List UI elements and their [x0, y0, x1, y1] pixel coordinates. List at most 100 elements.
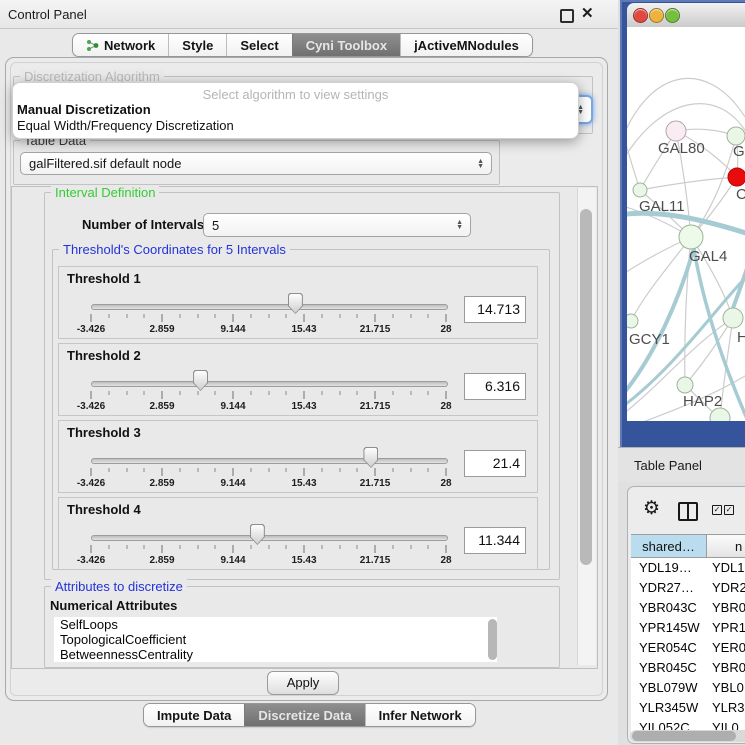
- network-node-gal11[interactable]: [633, 183, 647, 197]
- slider-thumb[interactable]: [193, 370, 208, 391]
- tick-label: 21.715: [360, 324, 391, 335]
- gear-icon[interactable]: ⚙: [643, 497, 660, 520]
- tab-discretize-data[interactable]: Discretize Data: [244, 704, 364, 726]
- table-row[interactable]: YDL19…YDL1: [631, 558, 745, 578]
- tick-mark: [179, 468, 180, 472]
- split-view-icon[interactable]: [678, 502, 698, 521]
- algorithm-option-equal-width-frequency-discretization[interactable]: Equal Width/Frequency Discretization: [16, 118, 575, 134]
- table-row[interactable]: YBR043CYBR0: [631, 598, 745, 618]
- slider-track[interactable]: [91, 458, 448, 464]
- network-window-titlebar[interactable]: [627, 3, 745, 28]
- network-node-h[interactable]: [723, 308, 743, 328]
- scrollbar-thumb[interactable]: [580, 209, 592, 565]
- table-row[interactable]: YBL079WYBL0: [631, 678, 745, 698]
- tab-jactivemnodules[interactable]: jActiveMNodules: [400, 34, 532, 56]
- slider-track[interactable]: [91, 304, 448, 310]
- tick-mark: [339, 391, 340, 395]
- cell-name: YBR0: [706, 658, 745, 678]
- threshold-value-field[interactable]: 14.713: [464, 296, 526, 323]
- checkbox-icon-2[interactable]: ✓: [724, 505, 734, 515]
- network-edge-highlighted[interactable]: [733, 255, 745, 308]
- tick-label: 15.43: [291, 324, 316, 335]
- table-row[interactable]: YBR045CYBR0: [631, 658, 745, 678]
- scrollbar-thumb[interactable]: [632, 731, 736, 741]
- threshold-value-field[interactable]: 21.4: [464, 450, 526, 477]
- cell-shared-name: YBR043C: [631, 598, 706, 618]
- slider-thumb[interactable]: [250, 524, 265, 545]
- list-scrollbar-thumb[interactable]: [488, 619, 497, 660]
- tab-impute-data[interactable]: Impute Data: [144, 704, 244, 726]
- table-row[interactable]: YPR145WYPR1: [631, 618, 745, 638]
- tick-mark: [215, 314, 216, 318]
- stepper-arrows-icon[interactable]: ▲▼: [477, 159, 484, 169]
- threshold-slider[interactable]: -3.4262.8599.14415.4321.71528: [83, 443, 455, 489]
- vertical-scrollbar[interactable]: [577, 188, 596, 665]
- tick-mark: [304, 468, 305, 476]
- dropdown-placeholder: Select algorithm to view settings: [13, 87, 578, 102]
- float-window-icon[interactable]: [560, 9, 574, 23]
- tick-mark: [162, 468, 163, 476]
- tick-mark: [357, 468, 358, 472]
- slider-ticks: [91, 314, 446, 323]
- node-label: HAP2: [683, 393, 722, 410]
- threshold-block: Threshold 1 -3.4262.8599.14415.4321.7152…: [58, 266, 538, 339]
- slider-thumb[interactable]: [363, 447, 378, 468]
- cyni-mode-tabs: Impute DataDiscretize DataInfer Network: [143, 703, 476, 727]
- tab-cyni-toolbox[interactable]: Cyni Toolbox: [292, 34, 400, 56]
- table-row[interactable]: YDR27…YDR2: [631, 578, 745, 598]
- minimize-light-icon[interactable]: [649, 8, 664, 23]
- threshold-slider[interactable]: -3.4262.8599.14415.4321.71528: [83, 366, 455, 412]
- table-panel-title: Table Panel: [634, 458, 702, 473]
- threshold-value-field[interactable]: 6.316: [464, 373, 526, 400]
- table-row[interactable]: YLR345WYLR3: [631, 698, 745, 718]
- cell-name: YPR1: [706, 618, 745, 638]
- table-row[interactable]: YER054CYER0: [631, 638, 745, 658]
- tick-mark: [428, 468, 429, 472]
- zoom-light-icon[interactable]: [665, 8, 680, 23]
- slider-track[interactable]: [91, 535, 448, 541]
- table-data-combo[interactable]: galFiltered.sif default node ▲▼: [20, 152, 492, 175]
- tick-mark: [91, 314, 92, 322]
- algorithm-option-manual-discretization[interactable]: Manual Discretization: [16, 102, 575, 118]
- number-of-intervals-combo[interactable]: 5 ▲▼: [203, 213, 471, 237]
- horizontal-scrollbar[interactable]: [630, 730, 745, 742]
- network-edge[interactable]: [627, 122, 640, 190]
- tick-mark: [357, 314, 358, 318]
- tick-mark: [375, 391, 376, 399]
- threshold-slider[interactable]: -3.4262.8599.14415.4321.71528: [83, 289, 455, 335]
- slider-thumb[interactable]: [288, 293, 303, 314]
- attribute-item-topologicalcoefficient[interactable]: TopologicalCoefficient: [54, 632, 497, 647]
- group-title: Attributes to discretize: [51, 579, 187, 594]
- close-icon[interactable]: ✕: [581, 4, 594, 22]
- close-light-icon[interactable]: [633, 8, 648, 23]
- tab-style[interactable]: Style: [168, 34, 226, 56]
- tick-mark: [162, 314, 163, 322]
- threshold-slider[interactable]: -3.4262.8599.14415.4321.71528: [83, 520, 455, 566]
- apply-button[interactable]: Apply: [267, 671, 339, 695]
- network-edge[interactable]: [685, 318, 733, 385]
- tick-mark: [304, 314, 305, 322]
- dropdown-options: Manual DiscretizationEqual Width/Frequen…: [16, 102, 575, 134]
- tab-select[interactable]: Select: [226, 34, 291, 56]
- tick-mark: [428, 314, 429, 318]
- tab-network[interactable]: Network: [73, 34, 168, 56]
- checkbox-icon-1[interactable]: ✓: [712, 505, 722, 515]
- node-label: GAL4: [689, 248, 727, 265]
- network-canvas[interactable]: GAL80GCGAL11GAL4GCY1HHAP2: [627, 27, 745, 421]
- stepper-arrows-icon[interactable]: ▲▼: [456, 220, 463, 230]
- tick-mark: [126, 468, 127, 472]
- tick-mark: [197, 391, 198, 395]
- network-node-gal80[interactable]: [666, 121, 686, 141]
- network-node-gcy1[interactable]: [627, 314, 638, 328]
- threshold-value-field[interactable]: 11.344: [464, 527, 526, 554]
- network-node-c[interactable]: [728, 168, 745, 186]
- network-node-gal4[interactable]: [679, 225, 703, 249]
- attribute-item-betweennesscentrality[interactable]: BetweennessCentrality: [54, 647, 497, 662]
- network-node-hap2[interactable]: [677, 377, 693, 393]
- attribute-item-selfloops[interactable]: SelfLoops: [54, 617, 497, 632]
- slider-track[interactable]: [91, 381, 448, 387]
- column-header-name[interactable]: n: [707, 535, 745, 557]
- network-edge[interactable]: [631, 237, 691, 321]
- tab-infer-network[interactable]: Infer Network: [365, 704, 475, 726]
- column-header-shared-name[interactable]: shared…: [631, 535, 707, 557]
